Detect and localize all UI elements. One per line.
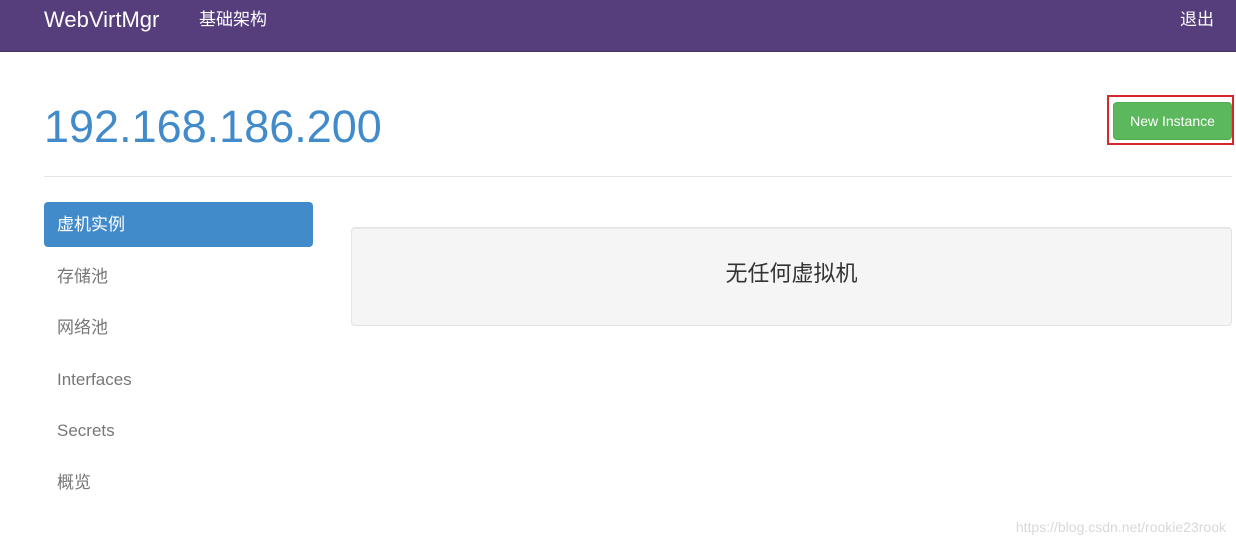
top-navbar: WebVirtMgr 基础架构 退出 (0, 0, 1236, 52)
empty-message: 无任何虚拟机 (725, 261, 858, 286)
nav-link-infrastructure[interactable]: 基础架构 (199, 8, 267, 32)
sidebar-nav: 虚机实例 存储池 网络池 Interfaces Secrets 概览 (44, 202, 313, 511)
sidebar-item-instances[interactable]: 虚机实例 (44, 202, 313, 247)
brand-link[interactable]: WebVirtMgr (44, 6, 159, 34)
sidebar-item-storage-pools[interactable]: 存储池 (44, 254, 313, 299)
sidebar-item-overview[interactable]: 概览 (44, 460, 313, 505)
new-instance-button[interactable]: New Instance (1113, 102, 1232, 140)
sidebar-item-network-pools[interactable]: 网络池 (44, 305, 313, 350)
page-title: 192.168.186.200 (44, 101, 382, 152)
header-divider (44, 176, 1232, 177)
watermark-text: https://blog.csdn.net/rookie23rook (1015, 519, 1226, 535)
sidebar-item-secrets[interactable]: Secrets (44, 408, 313, 453)
logout-link[interactable]: 退出 (1180, 8, 1214, 32)
empty-instances-panel: 无任何虚拟机 (351, 227, 1232, 326)
sidebar-item-interfaces[interactable]: Interfaces (44, 357, 313, 402)
